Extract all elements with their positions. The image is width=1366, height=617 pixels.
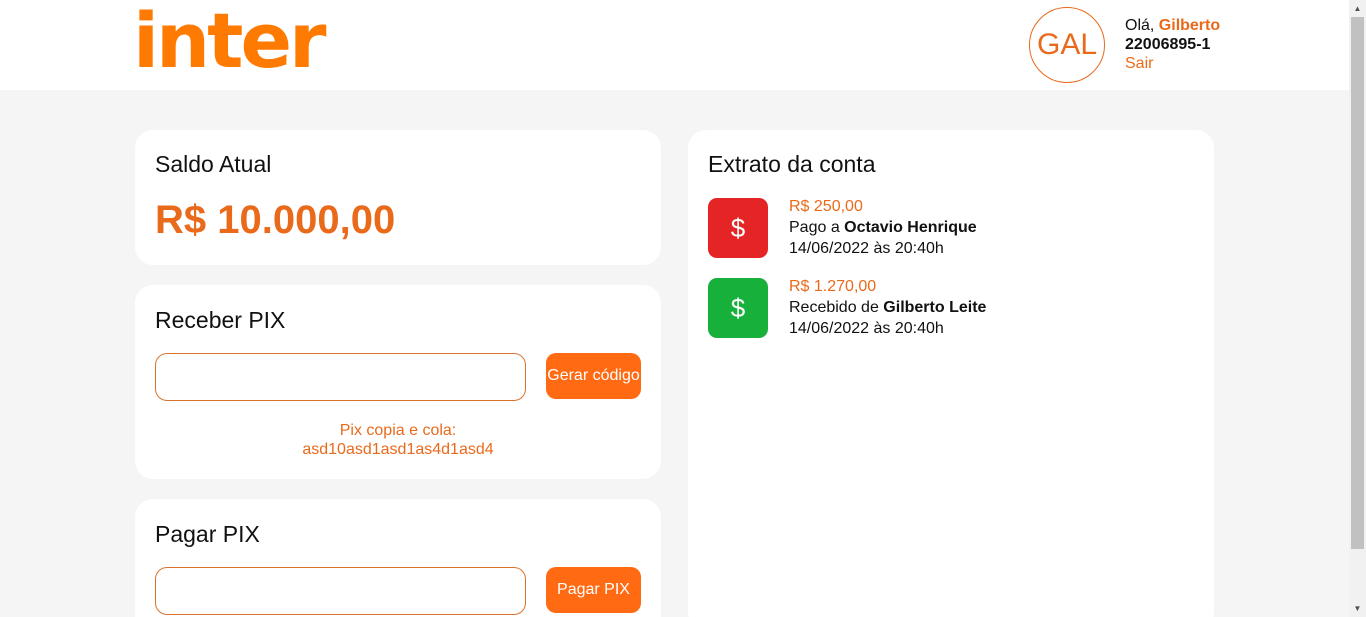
greeting-prefix: Olá, [1125, 17, 1159, 34]
receive-pix-title: Receber PIX [155, 307, 286, 333]
transaction-info: R$ 250,00 Pago a Octavio Henrique 14/06/… [789, 196, 977, 259]
transaction-type: Pago a [789, 219, 845, 236]
transaction-party: Octavio Henrique [844, 219, 977, 236]
scrollbar-thumb[interactable] [1351, 17, 1364, 549]
pay-pix-code-input[interactable] [155, 567, 526, 615]
receive-pix-amount-input[interactable] [155, 353, 526, 401]
statement-title: Extrato da conta [708, 151, 876, 177]
pay-pix-button[interactable]: Pagar PIX [546, 567, 641, 613]
transaction-description: Recebido de Gilberto Leite [789, 297, 986, 318]
transaction-type: Recebido de [789, 299, 884, 316]
user-name: Gilberto [1158, 17, 1221, 34]
inter-logo[interactable]: inter [133, 0, 327, 86]
user-info: Olá, Gilberto 22006895-1 Sair [1125, 16, 1220, 73]
transaction-party: Gilberto Leite [883, 299, 987, 316]
dollar-icon: $ [708, 198, 768, 258]
balance-title: Saldo Atual [155, 151, 272, 177]
transaction-amount: R$ 1.270,00 [789, 278, 877, 295]
greeting: Olá, Gilberto [1125, 16, 1220, 35]
balance-amount: R$ 10.000,00 [155, 198, 396, 242]
transaction-datetime: 14/06/2022 às 20:40h [789, 320, 944, 337]
receive-pix-card: Receber PIX Gerar código Pix copia e col… [135, 285, 661, 479]
pix-copy-paste-label: Pix copia e cola: [339, 422, 457, 439]
transaction-info: R$ 1.270,00 Recebido de Gilberto Leite 1… [789, 276, 986, 339]
balance-card: Saldo Atual R$ 10.000,00 [135, 130, 661, 265]
pix-copy-paste-code[interactable]: asd10asd1asd1as4d1asd4 [135, 441, 661, 459]
top-header: inter GAL Olá, Gilberto 22006895-1 Sair [0, 0, 1349, 90]
transaction-datetime: 14/06/2022 às 20:40h [789, 240, 944, 257]
transaction-description: Pago a Octavio Henrique [789, 217, 977, 238]
scroll-up-arrow-icon[interactable]: ▲ [1349, 0, 1366, 17]
transaction-amount: R$ 250,00 [789, 198, 863, 215]
logout-link[interactable]: Sair [1125, 54, 1220, 73]
pay-pix-title: Pagar PIX [155, 521, 260, 547]
scroll-down-arrow-icon[interactable]: ▼ [1349, 600, 1366, 617]
account-number: 22006895-1 [1125, 36, 1211, 53]
statement-card: Extrato da conta $ R$ 250,00 Pago a Octa… [688, 130, 1214, 617]
dollar-icon: $ [708, 278, 768, 338]
generate-code-button[interactable]: Gerar código [546, 353, 641, 399]
vertical-scrollbar[interactable]: ▲ ▼ [1349, 0, 1366, 617]
avatar[interactable]: GAL [1029, 7, 1105, 83]
pay-pix-card: Pagar PIX Pagar PIX [135, 499, 661, 617]
